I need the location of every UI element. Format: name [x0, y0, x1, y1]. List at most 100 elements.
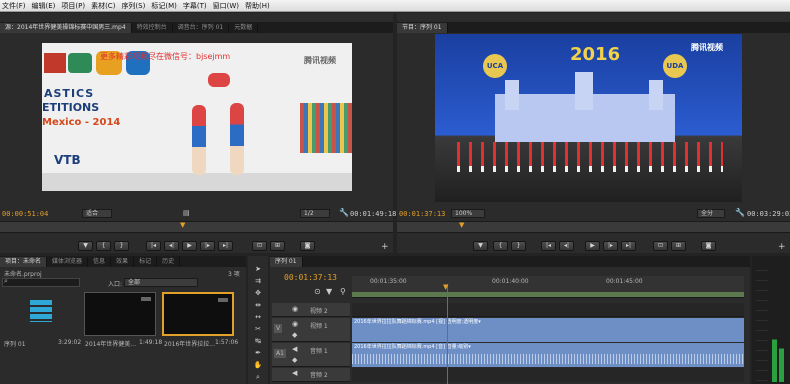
program-quality-dropdown[interactable]: 全分: [697, 209, 725, 218]
a2-speaker-icon[interactable]: ◀: [292, 369, 297, 377]
tab-history[interactable]: 历史: [157, 257, 181, 267]
menu-marker[interactable]: 标记(M): [151, 1, 177, 11]
selection-tool-icon[interactable]: ➤: [253, 264, 263, 274]
menu-clip[interactable]: 素材(C): [91, 1, 115, 11]
tab-info[interactable]: 信息: [88, 257, 112, 267]
tab-markers[interactable]: 标记: [134, 257, 158, 267]
source-export-frame-button[interactable]: ◙: [300, 241, 315, 251]
source-add-button-icon[interactable]: +: [381, 242, 389, 252]
project-panel: 项目：未命名 媒体浏览器 信息 效果 标记 历史 未命名.prproj 3 项 …: [0, 256, 246, 384]
slip-tool-icon[interactable]: ↹: [253, 336, 263, 346]
menu-sequence[interactable]: 序列(S): [121, 1, 145, 11]
source-step-fwd-button[interactable]: |▸: [200, 241, 215, 251]
rolling-edit-tool-icon[interactable]: ⇹: [253, 300, 263, 310]
a1-keyframe-icon[interactable]: ◆: [292, 356, 297, 364]
program-export-frame-button[interactable]: ◙: [701, 241, 716, 251]
project-item-sequence[interactable]: [2, 292, 78, 344]
tab-effect-controls[interactable]: 特效控制台: [132, 23, 173, 33]
source-settings-icon[interactable]: ▤: [183, 209, 190, 217]
source-in-button[interactable]: {: [96, 241, 111, 251]
track-select-tool-icon[interactable]: ⇉: [253, 276, 263, 286]
tab-project[interactable]: 项目：未命名: [0, 257, 48, 267]
source-time-ruler[interactable]: [0, 221, 393, 233]
source-marker-button[interactable]: ▼: [78, 241, 93, 251]
menu-project[interactable]: 项目(P): [61, 1, 85, 11]
razor-tool-icon[interactable]: ✂: [253, 324, 263, 334]
snap-icon[interactable]: ⊙: [314, 287, 321, 296]
tab-media-browser[interactable]: 媒体浏览器: [47, 257, 89, 267]
tab-program[interactable]: 节目：序列 01: [397, 23, 448, 33]
timeline-playhead-head-icon[interactable]: ▼: [443, 283, 448, 291]
work-area-bar[interactable]: [352, 292, 744, 297]
tab-audio-mixer[interactable]: 调音台：序列 01: [173, 23, 230, 33]
program-in-button[interactable]: {: [493, 241, 508, 251]
source-overwrite-button[interactable]: ⊞: [270, 241, 285, 251]
timeline-playhead[interactable]: [447, 284, 448, 384]
tencent-logo: 腾讯视频: [304, 56, 336, 65]
program-lift-button[interactable]: ⊡: [653, 241, 668, 251]
source-goto-out-button[interactable]: ▸|: [218, 241, 233, 251]
video-clip[interactable]: 2016年世界拉拉队舞蹈锦标赛.mp4 [视] 透明度:透明度▾: [352, 318, 744, 342]
banner-text-4: VTB: [54, 153, 81, 167]
program-marker-button[interactable]: ▼: [473, 241, 488, 251]
hand-tool-icon[interactable]: ✋: [253, 360, 263, 370]
program-time-ruler[interactable]: [397, 221, 790, 233]
tab-sequence[interactable]: 序列 01: [270, 257, 303, 267]
entry-dropdown[interactable]: 全部: [124, 278, 198, 287]
program-current-timecode[interactable]: 00:01:37:13: [399, 210, 445, 218]
source-playhead-icon[interactable]: ▼: [180, 221, 185, 229]
menu-edit[interactable]: 编辑(E): [32, 1, 56, 11]
track-side-a1[interactable]: A1: [274, 349, 286, 358]
program-zoom-dropdown[interactable]: 100%: [451, 209, 485, 218]
rate-stretch-tool-icon[interactable]: ↔: [253, 312, 263, 322]
menu-window[interactable]: 窗口(W): [213, 1, 239, 11]
project-item-clip-2[interactable]: [162, 292, 234, 336]
program-out-button[interactable]: }: [511, 241, 526, 251]
meter-left: [772, 270, 777, 382]
source-wrench-icon[interactable]: 🔧: [339, 208, 349, 217]
lane-v2[interactable]: [352, 303, 744, 317]
program-extract-button[interactable]: ⊞: [671, 241, 686, 251]
ruler-label-0: 00:01:35:00: [370, 278, 407, 285]
source-resolution-dropdown[interactable]: 1/2: [300, 209, 330, 218]
program-goto-out-button[interactable]: ▸|: [621, 241, 636, 251]
program-goto-in-button[interactable]: |◂: [541, 241, 556, 251]
source-out-button[interactable]: }: [114, 241, 129, 251]
menu-title[interactable]: 字幕(T): [183, 1, 207, 11]
program-step-back-button[interactable]: ◂|: [559, 241, 574, 251]
menu-help[interactable]: 帮助(H): [245, 1, 270, 11]
castle-tower-3: [649, 80, 663, 110]
source-video-frame[interactable]: ASTICS ETITIONS Mexico - 2014 VTB 更多精彩视频…: [42, 43, 352, 191]
source-fit-dropdown[interactable]: 适合: [82, 209, 112, 218]
source-goto-in-button[interactable]: |◂: [146, 241, 161, 251]
pen-tool-icon[interactable]: ✒: [253, 348, 263, 358]
track-label-v2: 视频 2: [310, 308, 328, 315]
zoom-tool-icon[interactable]: ⌕: [253, 372, 263, 382]
project-search-input[interactable]: [2, 278, 80, 287]
source-insert-button[interactable]: ⊡: [252, 241, 267, 251]
tab-source[interactable]: 源：2014年世界健美操锦标赛中国男三.mp4: [0, 23, 132, 33]
program-step-fwd-button[interactable]: |▸: [603, 241, 618, 251]
track-side-v[interactable]: V: [274, 324, 283, 333]
menu-file[interactable]: 文件(F): [2, 1, 26, 11]
tab-metadata[interactable]: 元数据: [229, 23, 259, 33]
link-icon[interactable]: ⚲: [340, 287, 346, 296]
v1-eye-icon[interactable]: ◉: [292, 320, 298, 328]
program-add-button-icon[interactable]: +: [778, 242, 786, 252]
v1-keyframe-icon[interactable]: ◆: [292, 331, 297, 339]
v2-eye-icon[interactable]: ◉: [292, 305, 298, 313]
lane-a2[interactable]: [352, 368, 744, 382]
source-step-back-button[interactable]: ◂|: [164, 241, 179, 251]
tab-effects[interactable]: 效果: [111, 257, 135, 267]
marker-icon[interactable]: ▼: [326, 287, 332, 296]
timeline-timecode[interactable]: 00:01:37:13: [284, 273, 337, 282]
a1-speaker-icon[interactable]: ◀: [292, 345, 297, 353]
project-item-clip-1[interactable]: [84, 292, 156, 336]
program-playhead-icon[interactable]: ▼: [459, 221, 464, 229]
source-play-button[interactable]: ▶: [182, 241, 197, 251]
source-current-timecode[interactable]: 00:00:51:04: [2, 210, 48, 218]
program-play-button[interactable]: ▶: [585, 241, 600, 251]
program-video-frame[interactable]: 2016 UCA UDA 腾讯视频: [435, 34, 742, 202]
program-wrench-icon[interactable]: 🔧: [735, 208, 745, 217]
ripple-edit-tool-icon[interactable]: ✥: [253, 288, 263, 298]
